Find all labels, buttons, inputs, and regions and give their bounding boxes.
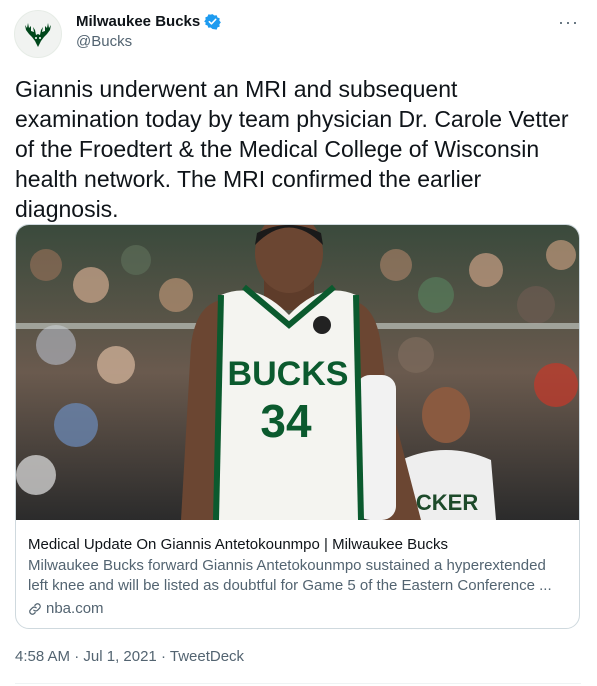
handle[interactable]: @Bucks: [76, 33, 221, 50]
tweet-text: Giannis underwent an MRI and subsequent …: [15, 76, 569, 222]
card-body[interactable]: Medical Update On Giannis Antetokounmpo …: [28, 536, 568, 617]
link-card[interactable]: ICKER BUCKS 34 Medical Update On Giannis…: [15, 224, 580, 629]
avatar[interactable]: [14, 10, 62, 58]
jersey-number: 34: [260, 395, 312, 447]
tweet: Milwaukee Bucks @Bucks ··· Giannis under…: [0, 0, 597, 686]
meta-separator: ·: [160, 648, 166, 665]
tweet-source[interactable]: TweetDeck: [170, 648, 244, 665]
card-domain-text: nba.com: [46, 600, 104, 617]
tweet-date[interactable]: Jul 1, 2021: [83, 648, 156, 665]
divider: [15, 683, 581, 684]
card-image[interactable]: ICKER BUCKS 34: [16, 225, 580, 520]
card-domain[interactable]: nba.com: [28, 600, 568, 617]
background-jersey-text: ICKER: [410, 490, 479, 515]
tweet-meta: 4:58 AM · Jul 1, 2021 · TweetDeck: [15, 648, 244, 665]
card-description: Milwaukee Bucks forward Giannis Antetoko…: [28, 557, 552, 594]
meta-separator: ·: [74, 648, 80, 665]
jersey-text: BUCKS: [228, 355, 349, 393]
card-title[interactable]: Medical Update On Giannis Antetokounmpo …: [28, 536, 568, 553]
tweet-time[interactable]: 4:58 AM: [15, 648, 70, 665]
verified-badge-icon: [204, 14, 222, 30]
more-options-icon[interactable]: ···: [558, 12, 579, 33]
link-icon: [29, 602, 41, 615]
deer-logo-icon: [25, 23, 51, 47]
display-name[interactable]: Milwaukee Bucks: [76, 13, 200, 30]
author-info: Milwaukee Bucks @Bucks: [76, 13, 222, 50]
